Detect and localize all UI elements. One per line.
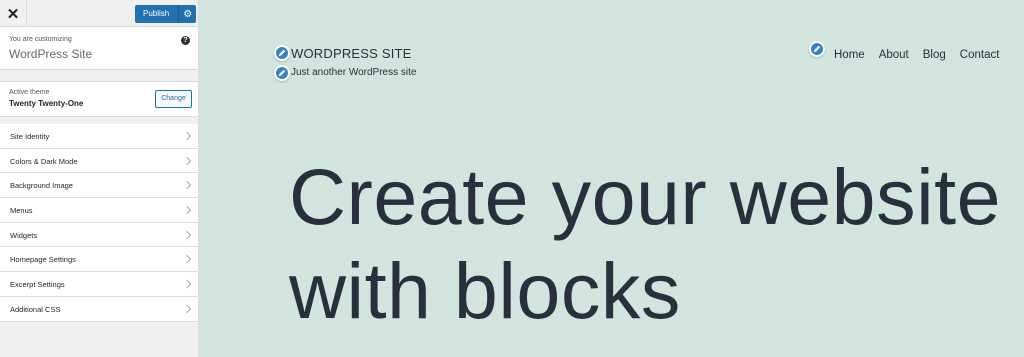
- panel-label: Colors & Dark Mode: [10, 156, 78, 166]
- nav-item-about[interactable]: About: [879, 49, 909, 61]
- customize-info: You are customizing WordPress Site ?: [0, 27, 198, 70]
- edit-menu-icon[interactable]: [809, 41, 825, 57]
- pencil-icon: [813, 45, 821, 53]
- customizer-header: ✕ Publish ⚙: [0, 0, 198, 27]
- active-theme-section: Active theme Twenty Twenty-One Change: [0, 81, 198, 117]
- chevron-right-icon: [182, 279, 192, 289]
- customizer-panels: Site Identity Colors & Dark Mode Backgro…: [0, 124, 198, 322]
- panel-label: Homepage Settings: [10, 255, 76, 265]
- panel-label: Widgets: [10, 230, 38, 240]
- publish-button[interactable]: Publish: [135, 5, 178, 23]
- customizing-site-title: WordPress Site: [9, 47, 93, 61]
- primary-nav: Home About Blog Contact: [834, 49, 999, 61]
- pencil-icon: [278, 49, 286, 57]
- chevron-right-icon: [182, 230, 192, 239]
- panel-site-identity[interactable]: Site Identity: [0, 124, 198, 149]
- change-theme-button[interactable]: Change: [155, 90, 192, 108]
- panel-label: Background Image: [10, 181, 73, 191]
- nav-item-contact[interactable]: Contact: [960, 49, 1000, 61]
- panel-label: Additional CSS: [10, 304, 61, 314]
- site-preview: WORDPRESS SITE Just another WordPress si…: [200, 0, 1024, 357]
- chevron-right-icon: [182, 255, 192, 264]
- help-icon[interactable]: ?: [181, 36, 190, 45]
- gear-icon[interactable]: ⚙: [178, 5, 196, 23]
- panel-homepage-settings[interactable]: Homepage Settings: [0, 247, 198, 273]
- edit-site-title-icon[interactable]: [274, 45, 290, 61]
- panel-excerpt-settings[interactable]: Excerpt Settings: [0, 272, 198, 297]
- panel-widgets[interactable]: Widgets: [0, 223, 198, 248]
- panel-background-image[interactable]: Background Image: [0, 173, 198, 199]
- site-tagline: Just another WordPress site: [291, 67, 417, 78]
- site-name[interactable]: WORDPRESS SITE: [291, 46, 412, 61]
- chevron-right-icon: [182, 131, 192, 141]
- active-theme-label: Active theme: [9, 89, 50, 96]
- panel-additional-css[interactable]: Additional CSS: [0, 297, 198, 322]
- publish-group: Publish ⚙: [135, 5, 197, 23]
- panel-label: Site Identity: [10, 132, 50, 141]
- chevron-right-icon: [182, 205, 192, 215]
- nav-item-home[interactable]: Home: [834, 49, 865, 61]
- chevron-right-icon: [182, 156, 192, 165]
- hero-line: with blocks: [289, 246, 681, 335]
- chevron-right-icon: [182, 181, 192, 190]
- chevron-right-icon: [182, 304, 192, 314]
- panel-colors-dark-mode[interactable]: Colors & Dark Mode: [0, 149, 198, 174]
- pencil-icon: [278, 69, 286, 77]
- theme-name: Twenty Twenty-One: [9, 99, 84, 108]
- nav-item-blog[interactable]: Blog: [923, 49, 946, 61]
- panel-label: Excerpt Settings: [10, 280, 65, 290]
- edit-tagline-icon[interactable]: [274, 65, 290, 81]
- panel-menus[interactable]: Menus: [0, 198, 198, 223]
- hero-line: Create your website: [289, 152, 1002, 241]
- customizing-label: You are customizing: [9, 36, 72, 43]
- panel-label: Menus: [10, 206, 33, 216]
- close-icon[interactable]: ✕: [0, 0, 27, 27]
- hero-heading: Create your website with blocks: [289, 150, 1009, 338]
- customizer-sidebar: ✕ Publish ⚙ You are customizing WordPres…: [0, 0, 199, 357]
